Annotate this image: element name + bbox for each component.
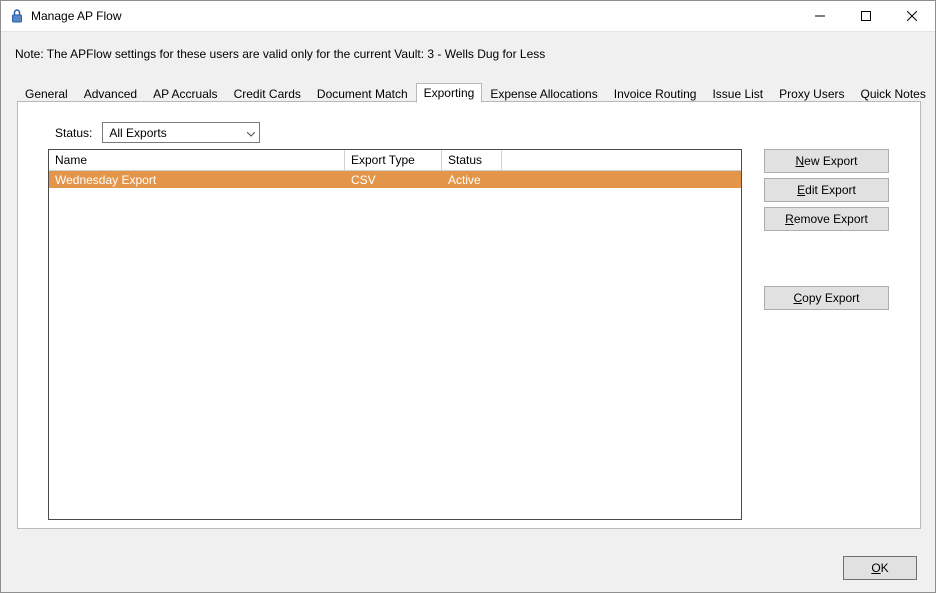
cell-name: Wednesday Export <box>49 173 345 187</box>
titlebar: Manage AP Flow <box>1 1 935 32</box>
right-button-column: New Export Edit Export Remove Export Cop… <box>764 149 889 315</box>
edit-export-button[interactable]: Edit Export <box>764 178 889 202</box>
status-label: Status: <box>55 126 92 140</box>
status-combobox[interactable]: All Exports <box>102 122 260 143</box>
tabstrip: General Advanced AP Accruals Credit Card… <box>17 82 921 102</box>
status-filter-row: Status: All Exports <box>55 122 260 143</box>
col-spacer <box>502 150 741 170</box>
chevron-down-icon <box>247 126 255 140</box>
maximize-button[interactable] <box>843 1 889 31</box>
close-button[interactable] <box>889 1 935 31</box>
lock-icon <box>9 8 25 24</box>
note-text: Note: The APFlow settings for these user… <box>15 47 545 61</box>
window-title: Manage AP Flow <box>31 9 797 23</box>
cell-status: Active <box>442 173 502 187</box>
table-row[interactable]: Wednesday Export CSV Active <box>49 171 741 188</box>
ok-button[interactable]: OK <box>843 556 917 580</box>
cell-export-type: CSV <box>345 173 442 187</box>
table-header: Name Export Type Status <box>49 150 741 171</box>
status-combobox-value: All Exports <box>109 126 166 140</box>
exports-table[interactable]: Name Export Type Status Wednesday Export… <box>48 149 742 520</box>
tab-exporting[interactable]: Exporting <box>416 83 483 103</box>
remove-export-button[interactable]: Remove Export <box>764 207 889 231</box>
tabpanel-exporting: Status: All Exports Name Export Type Sta… <box>17 101 921 529</box>
client-area: Note: The APFlow settings for these user… <box>1 32 935 592</box>
col-name[interactable]: Name <box>49 150 345 170</box>
new-export-button[interactable]: New Export <box>764 149 889 173</box>
window-controls <box>797 1 935 31</box>
col-status[interactable]: Status <box>442 150 502 170</box>
col-export-type[interactable]: Export Type <box>345 150 442 170</box>
copy-export-button[interactable]: Copy Export <box>764 286 889 310</box>
minimize-button[interactable] <box>797 1 843 31</box>
